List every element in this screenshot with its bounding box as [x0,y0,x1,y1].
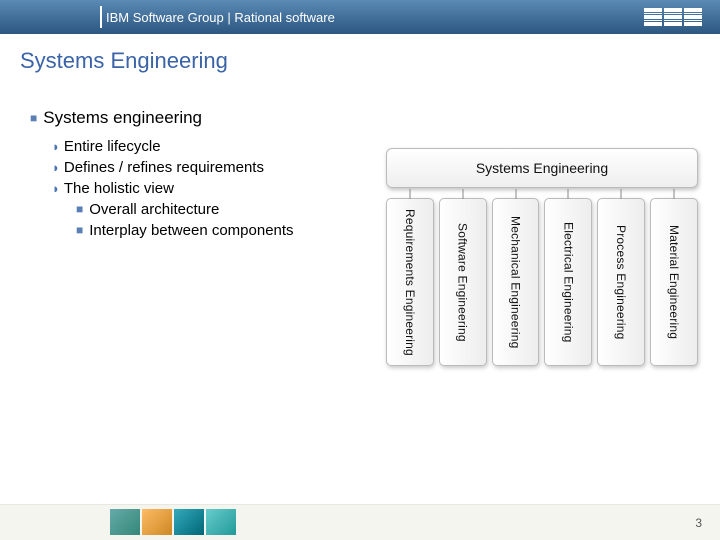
bullet-lvl2-text: The holistic view [64,180,174,197]
diagram-column-label: Requirements Engineering [403,209,417,356]
arrow-bullet-icon: ◗ [52,139,60,154]
arrow-bullet-icon: ◗ [52,181,60,196]
diagram-column: Requirements Engineering [386,198,434,366]
connector-line [674,189,675,199]
connector-line [409,189,410,199]
diagram-column: Material Engineering [650,198,698,366]
footer-art-icon [110,509,236,535]
square-bullet-icon: ■ [76,202,83,216]
page-number: 3 [695,516,702,530]
bullet-lvl1-text: Systems engineering [43,108,202,127]
diagram-column: Electrical Engineering [544,198,592,366]
diagram-top-label: Systems Engineering [476,160,608,176]
connector-line [568,189,569,199]
diagram-column: Software Engineering [439,198,487,366]
header-title: IBM Software Group | Rational software [106,10,335,25]
arrow-bullet-icon: ◗ [52,160,60,175]
diagram-columns: Requirements Engineering Software Engine… [386,198,698,366]
diagram-column-label: Software Engineering [456,223,470,342]
connector-line [515,189,516,199]
diagram-column: Mechanical Engineering [492,198,540,366]
square-bullet-icon: ■ [30,111,37,125]
connector-line [621,189,622,199]
square-bullet-icon: ■ [76,223,83,237]
diagram-top-box: Systems Engineering [386,148,698,188]
diagram-column-label: Process Engineering [614,225,628,340]
diagram-column: Process Engineering [597,198,645,366]
diagram-column-label: Electrical Engineering [561,222,575,342]
bullet-lvl2-text: Entire lifecycle [64,138,161,155]
bullet-lvl1: ■ Systems engineering [30,108,720,128]
connector-line [462,189,463,199]
bullet-lvl3-text: Overall architecture [89,201,219,218]
header-separator [100,6,102,28]
diagram-column-label: Material Engineering [667,225,681,339]
footer-bar: 3 [0,504,720,540]
header-bar: IBM Software Group | Rational software [0,0,720,34]
ibm-logo [644,8,702,26]
bullet-lvl2-text: Defines / refines requirements [64,159,264,176]
slide-title: Systems Engineering [0,34,720,74]
systems-engineering-diagram: Systems Engineering Requirements Enginee… [386,148,698,366]
diagram-column-label: Mechanical Engineering [509,216,523,348]
bullet-lvl3-text: Interplay between components [89,222,293,239]
